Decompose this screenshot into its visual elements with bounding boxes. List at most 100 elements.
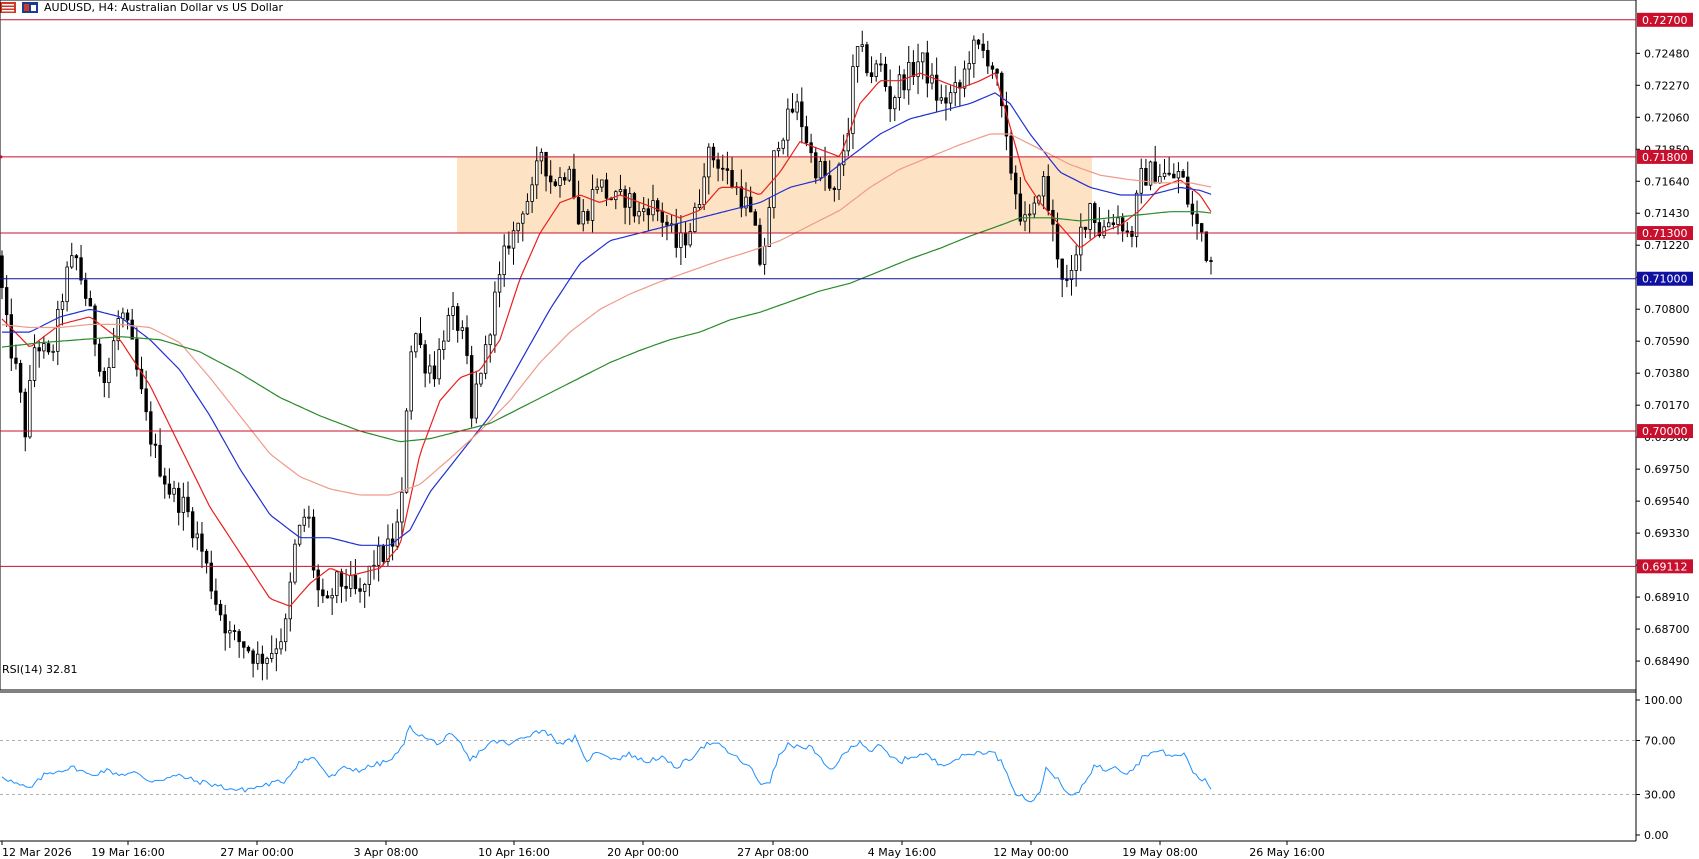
candle-body xyxy=(130,319,134,340)
candle-body xyxy=(1209,260,1213,262)
candle-body xyxy=(986,50,990,67)
candle-body xyxy=(860,44,864,47)
candle-body xyxy=(70,255,74,268)
candle-body xyxy=(149,411,153,445)
candle-body xyxy=(460,327,465,331)
candle-body xyxy=(948,92,953,104)
candle-body xyxy=(576,197,581,225)
candle-body xyxy=(125,312,130,321)
candle-body xyxy=(209,562,213,592)
candle-body xyxy=(344,585,348,589)
candle-body xyxy=(362,584,367,592)
candle-body xyxy=(795,101,799,113)
candle-body xyxy=(493,291,497,336)
candle-body xyxy=(321,589,325,597)
candle-body xyxy=(544,151,548,177)
candle-body xyxy=(688,231,692,246)
candle-body xyxy=(395,521,399,547)
candle-body xyxy=(865,44,869,74)
candle-body xyxy=(32,347,37,381)
candle-body xyxy=(972,39,976,64)
candle-body xyxy=(144,388,148,413)
candle-body xyxy=(869,72,874,78)
candle-body xyxy=(437,349,441,380)
candle-body xyxy=(65,266,69,303)
candle-body xyxy=(1167,172,1171,175)
candle-body xyxy=(1130,230,1134,237)
candle-body xyxy=(521,213,525,224)
level-label-0.71800: 0.71800 xyxy=(1642,151,1688,164)
level-anchor-dot xyxy=(0,155,3,159)
candle-body xyxy=(1009,135,1013,174)
candle-body xyxy=(516,222,520,232)
candle-body xyxy=(535,160,539,186)
candle-body xyxy=(9,314,13,359)
price-tick-label: 0.68910 xyxy=(1644,591,1690,604)
candle-body xyxy=(14,357,18,364)
candle-body xyxy=(88,298,93,307)
moving-average-line-4 xyxy=(1,211,1212,443)
rsi-tick-label: 0.00 xyxy=(1644,829,1669,842)
candle-body xyxy=(418,333,423,346)
candle-body xyxy=(1190,203,1195,215)
candle-body xyxy=(990,65,995,70)
candle-body xyxy=(549,175,553,183)
candle-body xyxy=(786,108,790,141)
candle-body xyxy=(228,630,232,634)
candle-body xyxy=(483,344,488,374)
candle-body xyxy=(525,201,530,215)
candle-body xyxy=(246,646,251,652)
candle-body xyxy=(153,443,158,446)
candle-body xyxy=(967,63,971,70)
candle-body xyxy=(497,274,502,293)
candle-body xyxy=(762,246,767,265)
candle-body xyxy=(1027,213,1032,216)
candle-body xyxy=(911,61,916,77)
rsi-tick-label: 100.00 xyxy=(1644,694,1683,707)
level-label-0.72700: 0.72700 xyxy=(1642,14,1688,27)
candle-body xyxy=(1125,230,1129,233)
candle-body xyxy=(1158,176,1162,184)
time-tick-label: 12 May 00:00 xyxy=(993,846,1068,859)
candle-body xyxy=(1176,171,1181,179)
candle-body xyxy=(200,533,204,552)
candle-body xyxy=(707,146,711,178)
time-tick-label: 10 Apr 16:00 xyxy=(478,846,550,859)
time-tick-label: 27 Mar 00:00 xyxy=(220,846,293,859)
candle-body xyxy=(158,444,162,477)
price-tick-label: 0.68490 xyxy=(1644,655,1690,668)
candle-body xyxy=(730,170,734,188)
candle-body xyxy=(186,496,190,513)
candle-body xyxy=(1116,217,1120,225)
candle-body xyxy=(28,380,32,438)
price-tick-label: 0.69750 xyxy=(1644,463,1690,476)
candle-body xyxy=(1153,161,1157,184)
rsi-tick-label: 70.00 xyxy=(1644,735,1676,748)
candle-body xyxy=(432,365,437,380)
candle-body xyxy=(562,177,567,181)
candle-body xyxy=(74,255,79,259)
candle-body xyxy=(256,653,260,664)
candle-body xyxy=(604,179,609,199)
candle-body xyxy=(283,618,288,643)
candle-body xyxy=(1111,222,1116,225)
candle-body xyxy=(711,146,716,161)
price-chart[interactable]: 0.724800.722700.720600.718500.716400.714… xyxy=(0,0,1699,859)
candle-body xyxy=(367,565,372,585)
candle-body xyxy=(739,186,744,209)
time-tick-label: 20 Apr 00:00 xyxy=(607,846,679,859)
candle-body xyxy=(925,52,930,84)
candle-body xyxy=(409,351,413,412)
main-pane-border xyxy=(0,0,1637,691)
price-tick-label: 0.71430 xyxy=(1644,207,1690,220)
candle-body xyxy=(581,211,585,225)
candle-body xyxy=(176,487,181,513)
level-label-0.71000: 0.71000 xyxy=(1642,273,1688,286)
candle-body xyxy=(242,641,246,648)
candle-body xyxy=(330,595,334,599)
candle-body xyxy=(451,306,455,316)
candle-body xyxy=(18,362,23,393)
candle-body xyxy=(349,574,353,589)
candle-body xyxy=(335,571,339,596)
price-tick-label: 0.70800 xyxy=(1644,303,1690,316)
